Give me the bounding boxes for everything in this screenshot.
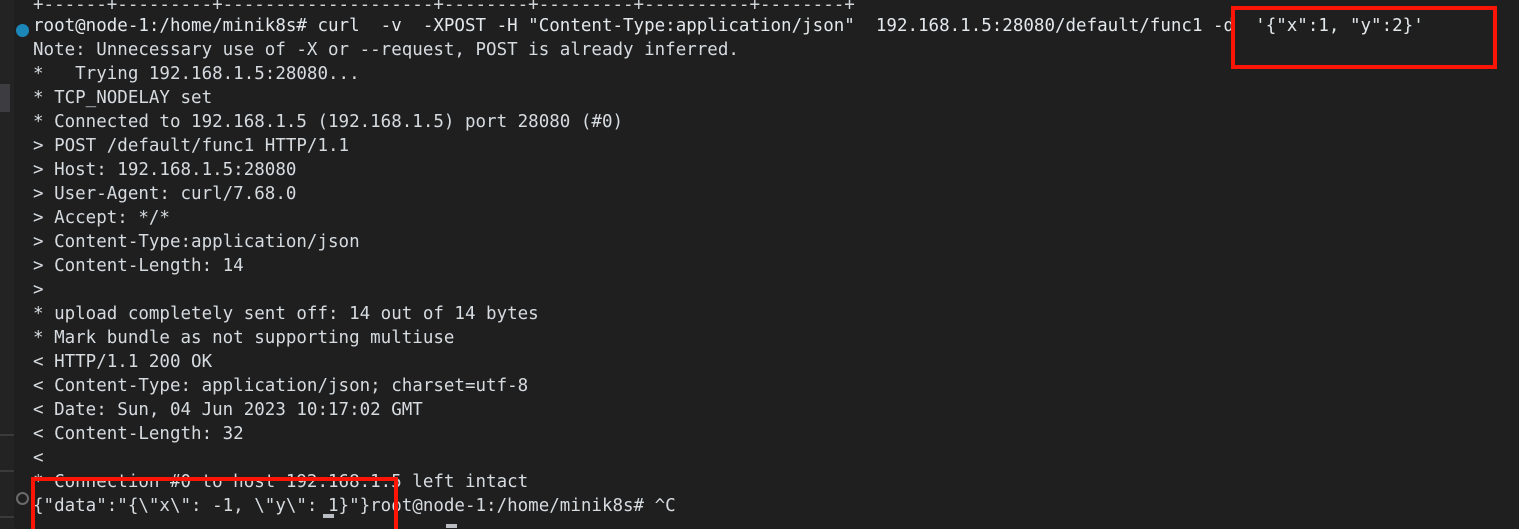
terminal-line-table-border: +------+---------+--------------------+-… — [33, 0, 855, 14]
terminal-line-res-status: < HTTP/1.1 200 OK — [33, 352, 213, 372]
terminal-line-note: Note: Unnecessary use of -X or --request… — [33, 40, 739, 60]
terminal-line-req-ctype: > Content-Type:application/json — [33, 232, 360, 252]
terminal-line-trying: * Trying 192.168.1.5:28080... — [33, 64, 360, 84]
terminal-line-connection-left: * Connection #0 to host 192.168.1.5 left… — [33, 472, 529, 492]
terminal-output[interactable]: +------+---------+--------------------+-… — [33, 0, 1519, 529]
gutter-tick — [0, 434, 14, 436]
terminal-line-command: root@node-1:/home/minik8s# curl -v -XPOS… — [33, 16, 1424, 36]
gutter-tick — [0, 470, 14, 472]
terminal-line-req-blank: > — [33, 280, 44, 300]
text-cursor — [323, 514, 334, 518]
gutter-scrollbar-thumb[interactable] — [0, 84, 10, 112]
terminal-line-res-date: < Date: Sun, 04 Jun 2023 10:17:02 GMT — [33, 400, 423, 420]
terminal-line-response-body: {"data":"{\"x\": -1, \"y\": 1}"}root@nod… — [33, 496, 676, 516]
terminal-line-res-clen: < Content-Length: 32 — [33, 424, 244, 444]
terminal-line-req-ua: > User-Agent: curl/7.68.0 — [33, 184, 297, 204]
terminal-line-mark-bundle: * Mark bundle as not supporting multiuse — [33, 328, 455, 348]
terminal-line-tcp-nodelay: * TCP_NODELAY set — [33, 88, 213, 108]
terminal-line-res-ctype: < Content-Type: application/json; charse… — [33, 376, 529, 396]
terminal-line-upload: * upload completely sent off: 14 out of … — [33, 304, 539, 324]
terminal-line-req-accept: > Accept: */* — [33, 208, 170, 228]
inactive-breakpoint-marker[interactable] — [16, 492, 29, 505]
terminal-line-req-post: > POST /default/func1 HTTP/1.1 — [33, 136, 350, 156]
active-breakpoint-marker[interactable] — [16, 24, 29, 37]
editor-gutter[interactable] — [0, 0, 14, 529]
text-cursor-secondary — [446, 524, 457, 528]
terminal-line-res-blank: < — [33, 448, 44, 468]
gutter-tick — [0, 516, 14, 518]
terminal-line-req-host: > Host: 192.168.1.5:28080 — [33, 160, 297, 180]
terminal-window[interactable]: +------+---------+--------------------+-… — [0, 0, 1519, 529]
terminal-line-req-clen: > Content-Length: 14 — [33, 256, 244, 276]
terminal-line-connected: * Connected to 192.168.1.5 (192.168.1.5)… — [33, 112, 624, 132]
